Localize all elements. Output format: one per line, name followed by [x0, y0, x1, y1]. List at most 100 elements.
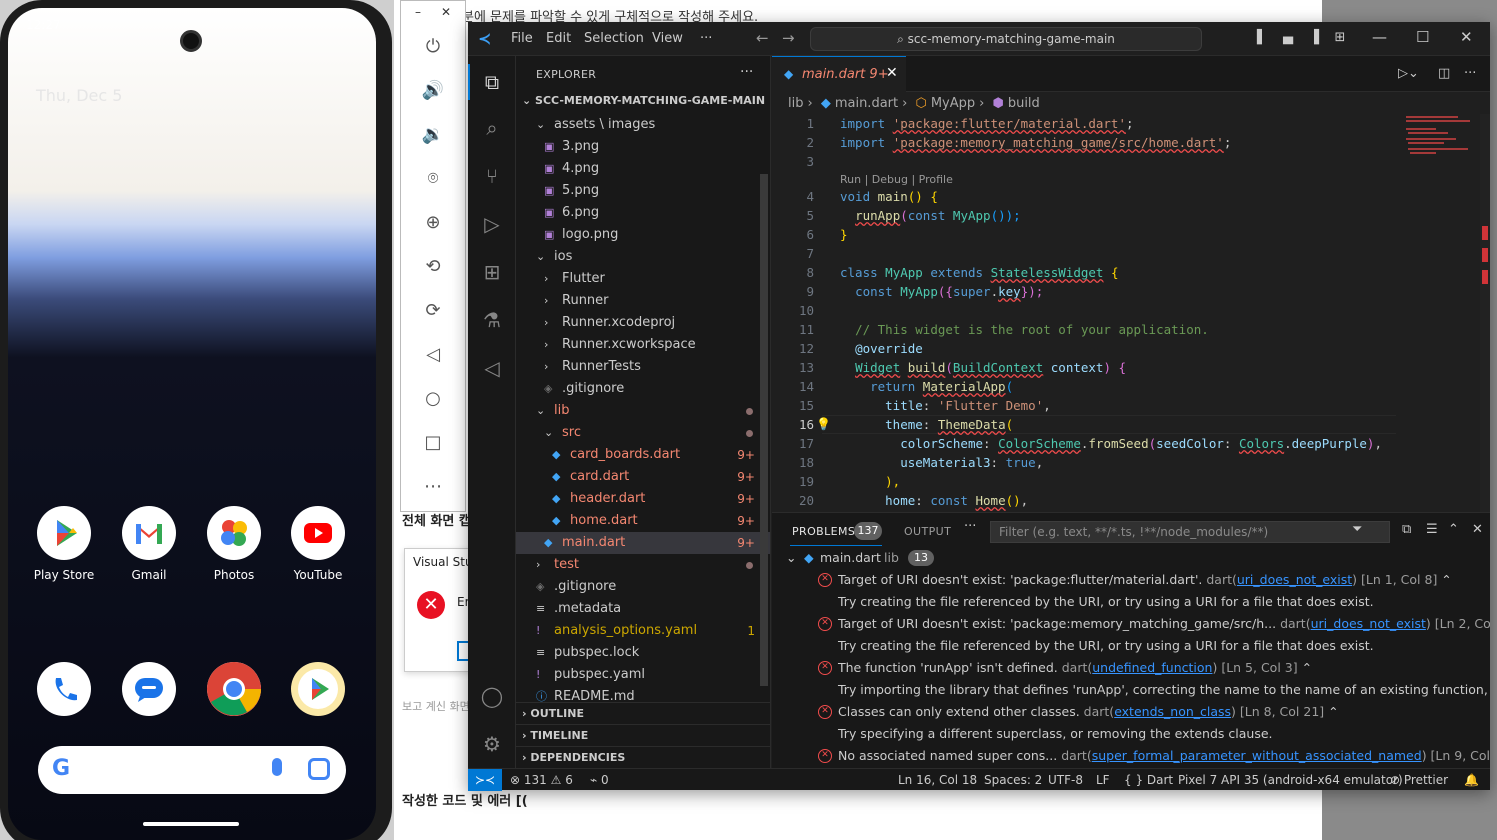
tree-item[interactable]: ◆ header.dart 9+: [516, 488, 770, 510]
rotate-left-icon[interactable]: ⟲: [419, 253, 447, 281]
tree-item[interactable]: ◈ .gitignore: [516, 576, 770, 598]
problem-code-link[interactable]: extends_non_class: [1114, 704, 1231, 719]
run-debug-icon[interactable]: ▷: [478, 210, 506, 238]
breadcrumb-lib[interactable]: lib: [788, 96, 803, 111]
status-language[interactable]: { } Dart: [1124, 769, 1173, 791]
tree-item[interactable]: ⌄ ios: [516, 246, 770, 268]
outline-section[interactable]: › OUTLINE: [516, 702, 770, 724]
rotate-right-icon[interactable]: ⟳: [419, 297, 447, 325]
collapse-problem-icon[interactable]: ⌃: [1441, 572, 1451, 587]
toggle-sidebar-icon[interactable]: ▌: [1254, 30, 1270, 46]
overview-ruler[interactable]: [1480, 114, 1490, 512]
app-messages[interactable]: [109, 662, 189, 716]
problem-code-link[interactable]: super_formal_parameter_without_associate…: [1092, 748, 1422, 763]
view-as-list-icon[interactable]: ☰: [1426, 522, 1438, 537]
problem-code-link[interactable]: uri_does_not_exist: [1237, 572, 1352, 587]
zoom-icon[interactable]: ⊕: [419, 209, 447, 237]
tree-item[interactable]: ◆ card_boards.dart 9+: [516, 444, 770, 466]
tree-item[interactable]: ▣ 6.png: [516, 202, 770, 224]
tree-item[interactable]: ≡ .metadata: [516, 598, 770, 620]
status-device[interactable]: Pixel 7 API 35 (android-x64 emulator): [1178, 769, 1403, 791]
menu-selection[interactable]: Selection: [584, 31, 644, 46]
problems-file-group[interactable]: ⌄ ◆ main.dart lib 13: [772, 547, 1490, 569]
toggle-panel-icon[interactable]: ▄: [1280, 30, 1296, 46]
status-ports[interactable]: ⌁ 0: [590, 769, 609, 791]
close-window-icon[interactable]: ✕: [1460, 28, 1473, 46]
menu-file[interactable]: File: [511, 31, 533, 46]
tree-item[interactable]: › Flutter: [516, 268, 770, 290]
home-gesture-bar[interactable]: [143, 822, 239, 826]
status-indentation[interactable]: Spaces: 2: [984, 769, 1042, 791]
minimize-icon[interactable]: –: [415, 5, 421, 19]
menu-edit[interactable]: Edit: [546, 31, 571, 46]
problem-code-link[interactable]: uri_does_not_exist: [1311, 616, 1426, 631]
breadcrumb-file[interactable]: main.dart: [835, 96, 898, 111]
minimize-window-icon[interactable]: —: [1372, 28, 1387, 46]
maximize-window-icon[interactable]: ☐: [1416, 28, 1429, 46]
close-panel-icon[interactable]: ✕: [1472, 522, 1483, 537]
collapse-problem-icon[interactable]: ⌃: [1328, 704, 1338, 719]
timeline-section[interactable]: › TIMELINE: [516, 724, 770, 746]
camera-icon[interactable]: ⌾: [419, 165, 447, 193]
account-icon[interactable]: ◯: [478, 682, 506, 710]
editor-more-icon[interactable]: ···: [1464, 66, 1476, 81]
app-phone[interactable]: [24, 662, 104, 716]
lens-icon[interactable]: [308, 758, 330, 780]
status-eol[interactable]: LF: [1096, 769, 1110, 791]
tree-item[interactable]: › RunnerTests: [516, 356, 770, 378]
notifications-bell-icon[interactable]: 🔔: [1464, 769, 1479, 791]
phone-screen[interactable]: 12:27 Thu, Dec 5 Play Store Gmail Photos…: [8, 8, 376, 840]
problems-filter-input[interactable]: Filter (e.g. text, **/*.ts, !**/node_mod…: [990, 521, 1390, 543]
collapse-all-icon[interactable]: ⧉: [1402, 522, 1411, 537]
forward-arrow-icon[interactable]: →: [782, 29, 795, 47]
sidebar-scrollbar[interactable]: [760, 174, 768, 686]
google-search-bar[interactable]: G: [38, 746, 346, 794]
tree-item[interactable]: ◆ main.dart 9+: [516, 532, 770, 554]
status-problems[interactable]: ⊗ 131 ⚠ 6: [510, 769, 573, 791]
tree-item[interactable]: ⌄ assets \ images: [516, 114, 770, 136]
problem-item[interactable]: ✕ The function 'runApp' isn't defined. da…: [772, 657, 1490, 679]
app-play-store[interactable]: Play Store: [24, 506, 104, 582]
command-center-search[interactable]: ⌕ scc-memory-matching-game-main: [810, 27, 1202, 51]
tree-item[interactable]: ▣ logo.png: [516, 224, 770, 246]
tree-item[interactable]: › Runner.xcodeproj: [516, 312, 770, 334]
mic-icon[interactable]: [272, 758, 282, 776]
lightbulb-icon[interactable]: 💡: [816, 415, 831, 434]
volume-down-icon[interactable]: 🔉: [419, 121, 447, 149]
power-icon[interactable]: ⏻: [419, 33, 447, 61]
back-arrow-icon[interactable]: ←: [756, 29, 769, 47]
explorer-more-icon[interactable]: ···: [740, 64, 753, 80]
tree-item[interactable]: › test: [516, 554, 770, 576]
remote-indicator-icon[interactable]: ≻≺: [468, 769, 502, 791]
tree-item[interactable]: › Runner: [516, 290, 770, 312]
explorer-icon[interactable]: ⧉: [478, 68, 506, 96]
app-photos[interactable]: Photos: [194, 506, 274, 582]
tree-item[interactable]: ⌄ src: [516, 422, 770, 444]
app-gmail[interactable]: Gmail: [109, 506, 189, 582]
extensions-icon[interactable]: ⊞: [478, 258, 506, 286]
testing-icon[interactable]: ⚗: [478, 306, 506, 334]
tree-item[interactable]: ▣ 3.png: [516, 136, 770, 158]
search-view-icon[interactable]: ⌕: [478, 114, 506, 142]
filter-funnel-icon[interactable]: ⏷: [1352, 522, 1362, 537]
status-cursor-position[interactable]: Ln 16, Col 18: [898, 769, 977, 791]
minimap[interactable]: [1404, 114, 1478, 512]
tree-item[interactable]: ! pubspec.yaml: [516, 664, 770, 686]
tree-item[interactable]: ≡ pubspec.lock: [516, 642, 770, 664]
status-encoding[interactable]: UTF-8: [1048, 769, 1083, 791]
project-root[interactable]: ⌄ SCC-MEMORY-MATCHING-GAME-MAIN: [522, 94, 765, 107]
tree-item[interactable]: ◆ home.dart 9+: [516, 510, 770, 532]
problem-item[interactable]: ✕ Target of URI doesn't exist: 'package:m…: [772, 613, 1490, 635]
flutter-icon[interactable]: ◁: [478, 354, 506, 382]
panel-more-icon[interactable]: ···: [964, 519, 976, 534]
problem-item[interactable]: ✕ No associated named super cons... dart(…: [772, 745, 1490, 767]
dependencies-section[interactable]: › DEPENDENCIES: [516, 746, 770, 768]
tree-item[interactable]: › Runner.xcworkspace: [516, 334, 770, 356]
more-icon[interactable]: ⋯: [419, 473, 447, 501]
tree-item[interactable]: ▣ 4.png: [516, 158, 770, 180]
tab-main-dart[interactable]: ◆ main.dart 9+ ✕: [772, 56, 906, 92]
problem-item[interactable]: ✕ Classes can only extend other classes. …: [772, 701, 1490, 723]
app-youtube[interactable]: YouTube: [278, 506, 358, 582]
tree-item[interactable]: ! analysis_options.yaml 1: [516, 620, 770, 642]
split-editor-icon[interactable]: ◫: [1438, 66, 1450, 81]
